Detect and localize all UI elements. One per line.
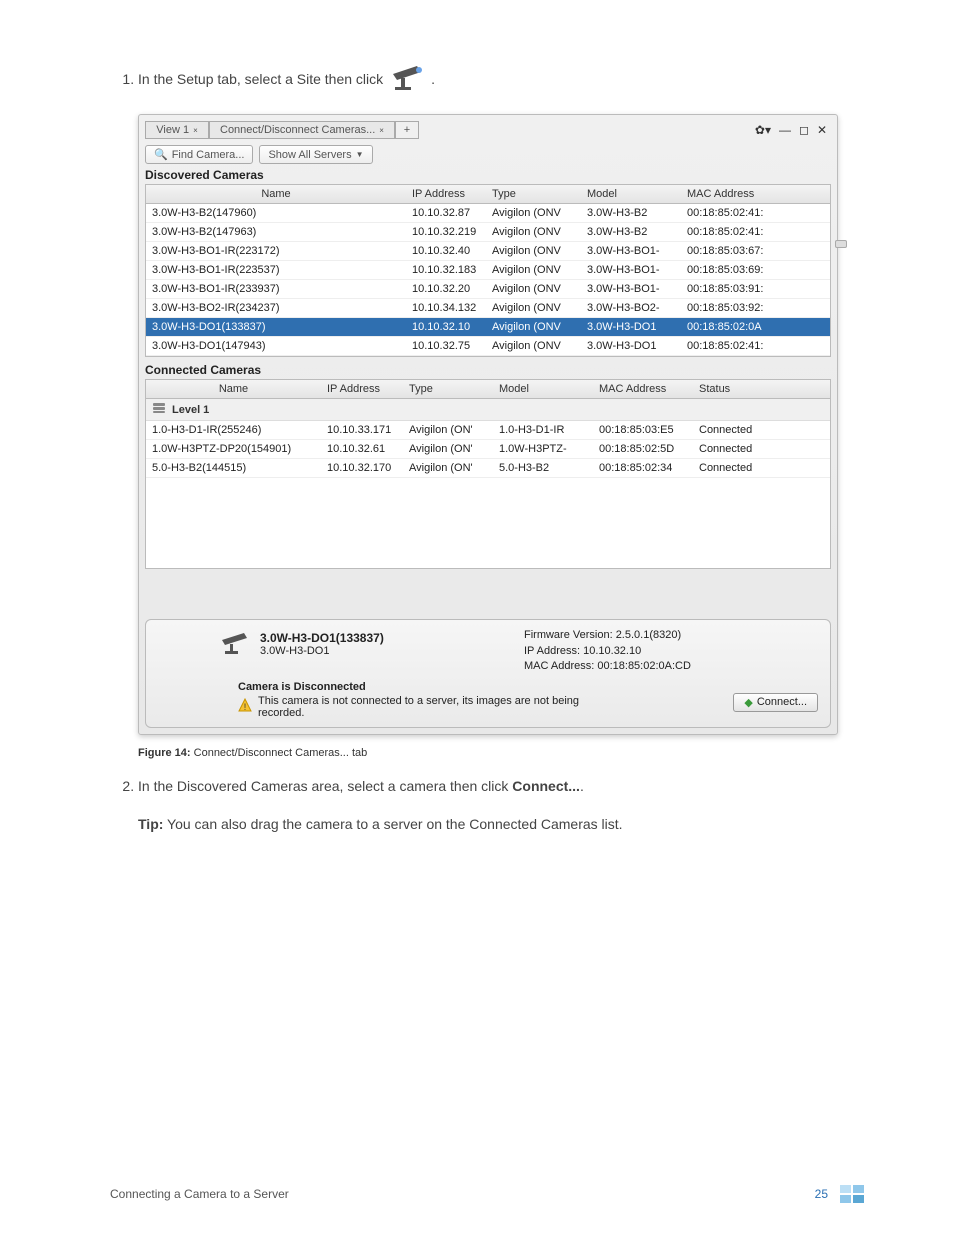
table-row[interactable]: 3.0W-H3-BO1-IR(233937)10.10.32.20Avigilo…: [146, 280, 830, 299]
app-window: View 1 × Connect/Disconnect Cameras... ×…: [138, 114, 838, 734]
connected-table: Name IP Address Type Model MAC Address S…: [145, 379, 831, 569]
minimize-icon[interactable]: —: [779, 123, 791, 137]
detail-camera-name: 3.0W-H3-DO1(133837): [260, 631, 384, 645]
svg-text:!: !: [244, 702, 247, 712]
tab-bar: View 1 × Connect/Disconnect Cameras... ×…: [145, 121, 831, 139]
camera-setup-icon: [387, 60, 427, 98]
table-header: Name IP Address Type Model MAC Address S…: [146, 380, 830, 399]
discovered-title: Discovered Cameras: [145, 168, 831, 182]
server-group-row[interactable]: Level 1: [146, 399, 830, 421]
table-row[interactable]: 3.0W-H3-BO1-IR(223537)10.10.32.183Avigil…: [146, 261, 830, 280]
camera-icon: [218, 628, 252, 659]
table-row[interactable]: 3.0W-H3-BO2-IR(234237)10.10.34.132Avigil…: [146, 299, 830, 318]
table-header: Name IP Address Type Model MAC Address: [146, 185, 830, 204]
close-icon[interactable]: ×: [193, 126, 198, 135]
tip-line: Tip: You can also drag the camera to a s…: [138, 813, 844, 835]
step-1: In the Setup tab, select a Site then cli…: [138, 60, 844, 98]
server-icon: [152, 402, 166, 417]
detail-firmware: Firmware Version: 2.5.0.1(8320): [524, 628, 818, 643]
connect-button[interactable]: ◆ Connect...: [733, 693, 818, 712]
find-camera-button[interactable]: 🔍 Find Camera...: [145, 145, 253, 164]
camera-detail-panel: 3.0W-H3-DO1(133837) 3.0W-H3-DO1 Firmware…: [145, 619, 831, 727]
disconnected-msg: This camera is not connected to a server…: [258, 695, 598, 719]
step1-post-text: .: [431, 68, 435, 90]
detail-mac: MAC Address: 00:18:85:02:0A:CD: [524, 659, 818, 674]
table-row[interactable]: 3.0W-H3-DO1(147943)10.10.32.75Avigilon (…: [146, 337, 830, 356]
figure-caption: Figure 14: Connect/Disconnect Cameras...…: [138, 747, 844, 759]
brand-logo-icon: [840, 1185, 864, 1203]
chevron-down-icon: ▼: [356, 150, 364, 159]
page-number: 25: [815, 1187, 828, 1201]
detail-camera-model: 3.0W-H3-DO1: [260, 645, 384, 657]
step-2: In the Discovered Cameras area, select a…: [138, 775, 844, 797]
step1-pre-text: In the Setup tab, select a Site then cli…: [138, 68, 383, 90]
page-footer: Connecting a Camera to a Server 25: [110, 1185, 864, 1203]
table-row[interactable]: 3.0W-H3-BO1-IR(223172)10.10.32.40Avigilo…: [146, 242, 830, 261]
close-icon[interactable]: ×: [379, 126, 384, 135]
detail-ip: IP Address: 10.10.32.10: [524, 644, 818, 659]
tab-view1[interactable]: View 1 ×: [145, 121, 209, 139]
close-window-icon[interactable]: ✕: [817, 123, 827, 137]
warning-icon: !: [238, 698, 252, 715]
connected-title: Connected Cameras: [145, 363, 831, 377]
show-all-servers-button[interactable]: Show All Servers ▼: [259, 145, 372, 164]
table-row[interactable]: 1.0W-H3PTZ-DP20(154901)10.10.32.61Avigil…: [146, 440, 830, 459]
disconnected-title: Camera is Disconnected: [158, 681, 818, 693]
footer-title: Connecting a Camera to a Server: [110, 1187, 289, 1201]
table-row[interactable]: 5.0-H3-B2(144515)10.10.32.170Avigilon (O…: [146, 459, 830, 478]
gear-icon[interactable]: ✿▾: [755, 123, 771, 137]
table-row[interactable]: 1.0-H3-D1-IR(255246)10.10.33.171Avigilon…: [146, 421, 830, 440]
table-row[interactable]: 3.0W-H3-DO1(133837)10.10.32.10Avigilon (…: [146, 318, 830, 337]
maximize-icon[interactable]: ◻: [799, 123, 809, 137]
table-row[interactable]: 3.0W-H3-B2(147963)10.10.32.219Avigilon (…: [146, 223, 830, 242]
search-icon: 🔍: [154, 148, 168, 161]
scrollbar-thumb[interactable]: [833, 240, 847, 248]
tab-connect-cameras[interactable]: Connect/Disconnect Cameras... ×: [209, 121, 395, 139]
tab-add[interactable]: +: [395, 121, 419, 139]
connect-icon: ◆: [744, 696, 752, 709]
discovered-table: Name IP Address Type Model MAC Address 3…: [145, 184, 831, 357]
table-row[interactable]: 3.0W-H3-B2(147960)10.10.32.87Avigilon (O…: [146, 204, 830, 223]
